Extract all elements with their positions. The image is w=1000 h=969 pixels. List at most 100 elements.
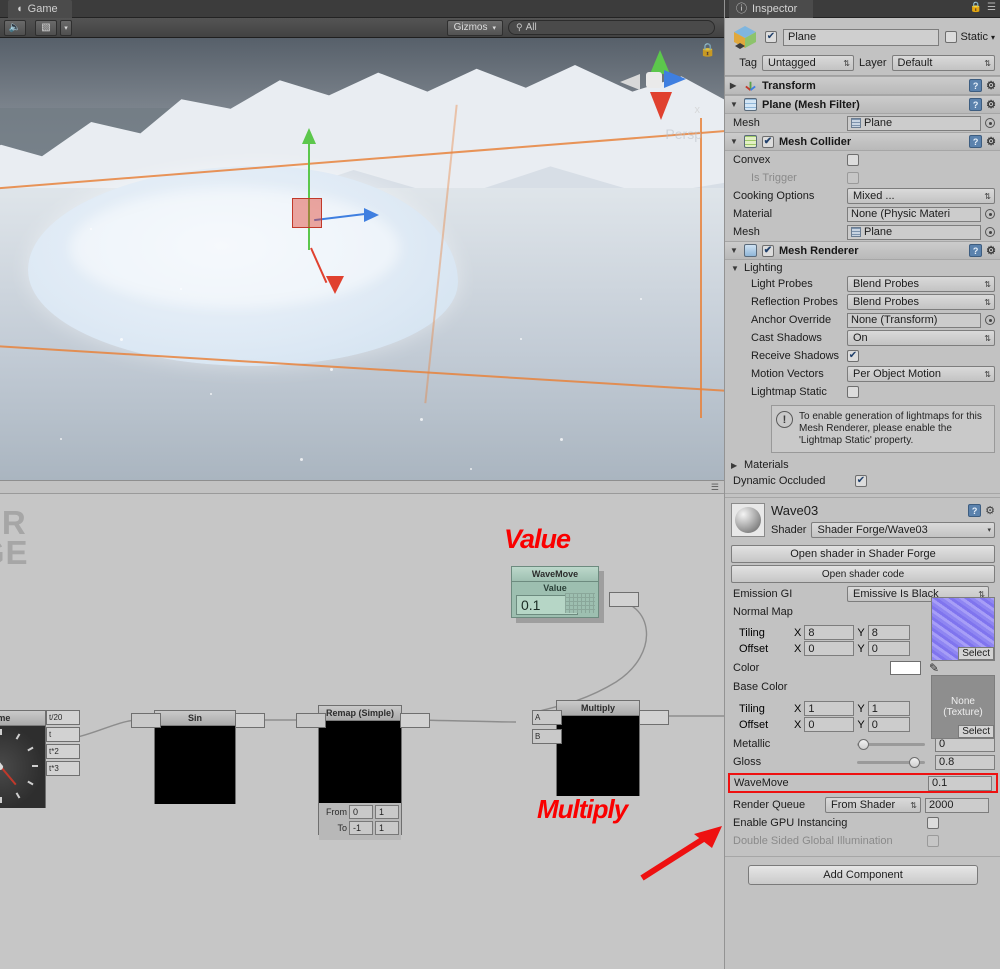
normal-map-texture-slot[interactable]: Select xyxy=(931,597,995,661)
gameobject-name-field[interactable]: Plane xyxy=(783,28,940,46)
chevron-down-icon[interactable]: ▾ xyxy=(991,33,995,42)
gizmos-dropdown[interactable]: Gizmos ▾ xyxy=(446,19,503,36)
base-offset-y[interactable]: 0 xyxy=(867,717,910,732)
gizmo-left-cone-icon[interactable] xyxy=(620,74,640,90)
chevron-down-icon[interactable]: ▼ xyxy=(730,246,739,255)
tag-dropdown[interactable]: Untagged xyxy=(762,55,854,71)
port-time-t20[interactable]: t/20 xyxy=(46,710,80,725)
slider-knob[interactable] xyxy=(857,738,869,750)
dynamic-occluded-checkbox[interactable] xyxy=(855,475,867,487)
remap-from-max[interactable]: 1 xyxy=(375,805,399,819)
gear-icon[interactable]: ⚙ xyxy=(986,98,996,111)
gizmo-center-cube-icon[interactable] xyxy=(646,72,662,88)
normal-tiling-x[interactable]: 8 xyxy=(804,625,855,640)
port-time-t[interactable]: t xyxy=(46,727,80,742)
object-picker-icon[interactable] xyxy=(985,118,995,128)
gear-icon[interactable]: ⚙ xyxy=(986,244,996,257)
stats-button[interactable]: ▧ xyxy=(35,19,57,36)
remap-from-min[interactable]: 0 xyxy=(349,805,373,819)
lock-icon[interactable]: 🔒 xyxy=(970,2,982,13)
help-book-icon[interactable] xyxy=(969,79,983,92)
chevron-right-icon[interactable]: ▶ xyxy=(731,461,740,470)
chevron-down-icon[interactable]: ▼ xyxy=(730,137,739,146)
help-book-icon[interactable] xyxy=(968,504,982,517)
port-time-t3[interactable]: t*3 xyxy=(46,761,80,776)
motion-vectors-dropdown[interactable]: Per Object Motion xyxy=(847,366,995,382)
field-mesh-filter-mesh[interactable]: Plane xyxy=(847,115,981,131)
section-materials[interactable]: ▶ Materials xyxy=(725,457,1000,472)
section-lighting[interactable]: ▼ Lighting xyxy=(725,260,1000,275)
node-wavemove-value[interactable]: WaveMove Value 0.1 xyxy=(511,566,599,618)
tab-game[interactable]: ◖ Game xyxy=(8,0,72,18)
node-time[interactable]: Time xyxy=(0,710,46,808)
receive-shadows-checkbox[interactable] xyxy=(847,350,859,362)
render-queue-value[interactable]: 2000 xyxy=(925,797,989,813)
convex-checkbox[interactable] xyxy=(847,154,859,166)
node-multiply[interactable]: Multiply xyxy=(556,700,640,796)
slider-knob[interactable] xyxy=(908,756,920,768)
gizmo-y-axis[interactable] xyxy=(308,138,310,250)
move-gizmo[interactable] xyxy=(286,98,396,294)
base-tiling-y[interactable]: 1 xyxy=(867,701,910,716)
node-sin[interactable]: Sin xyxy=(154,710,236,804)
wavemove-value[interactable]: 0.1 xyxy=(928,775,992,791)
normal-tiling-y[interactable]: 8 xyxy=(867,625,910,640)
remap-to-min[interactable]: -1 xyxy=(349,821,373,835)
normal-offset-x[interactable]: 0 xyxy=(804,641,855,656)
perspective-label[interactable]: Persp xyxy=(665,126,702,142)
tab-inspector[interactable]: ⓘ Inspector xyxy=(729,0,814,18)
gizmo-y-arrow-icon[interactable] xyxy=(302,128,316,144)
open-shader-code-button[interactable]: Open shader code xyxy=(731,565,995,583)
reflection-probes-dropdown[interactable]: Blend Probes xyxy=(847,294,995,310)
remap-to-max[interactable]: 1 xyxy=(375,821,399,835)
help-book-icon[interactable] xyxy=(969,98,983,111)
panel-menu-icon[interactable]: ☰ xyxy=(711,482,719,493)
gear-icon[interactable]: ⚙ xyxy=(985,504,995,517)
base-tiling-x[interactable]: 1 xyxy=(804,701,855,716)
port-time-t2[interactable]: t*2 xyxy=(46,744,80,759)
stats-dropdown-button[interactable]: ▾ xyxy=(60,19,72,36)
normal-offset-y[interactable]: 0 xyxy=(867,641,910,656)
port-multiply-a[interactable]: A xyxy=(532,710,562,725)
field-collider-mesh[interactable]: Plane xyxy=(847,224,981,240)
gizmo-z-arrow-icon[interactable] xyxy=(364,208,379,222)
eyedropper-icon[interactable]: ✎ xyxy=(929,661,939,675)
chevron-right-icon[interactable]: ▶ xyxy=(730,81,739,90)
shader-dropdown[interactable]: Shader Forge/Wave03 xyxy=(811,522,995,538)
scene-orientation-gizmo[interactable] xyxy=(620,48,702,136)
color-swatch[interactable] xyxy=(889,661,921,675)
light-probes-dropdown[interactable]: Blend Probes xyxy=(847,276,995,292)
chevron-down-icon[interactable]: ▼ xyxy=(731,264,740,273)
material-preview[interactable] xyxy=(731,503,765,537)
mesh-renderer-enabled-checkbox[interactable] xyxy=(762,244,774,257)
object-picker-icon[interactable] xyxy=(985,209,995,219)
help-book-icon[interactable] xyxy=(969,135,983,148)
gloss-slider[interactable] xyxy=(857,755,925,769)
component-header-mesh-collider[interactable]: ▼ Mesh Collider ⚙ xyxy=(725,132,1000,151)
render-queue-dropdown[interactable]: From Shader xyxy=(825,797,921,813)
shader-forge-graph-panel[interactable]: DER RGE Time xyxy=(0,494,724,969)
search-input[interactable]: ⚲ All xyxy=(508,20,715,35)
object-picker-icon[interactable] xyxy=(985,315,995,325)
base-color-texture-slot[interactable]: None (Texture) Select xyxy=(931,675,995,739)
base-offset-x[interactable]: 0 xyxy=(804,717,855,732)
port-sin-in[interactable] xyxy=(131,713,161,728)
gizmo-down-cone-icon[interactable] xyxy=(650,92,672,120)
add-component-button[interactable]: Add Component xyxy=(748,865,978,885)
base-color-select-button[interactable]: Select xyxy=(958,725,994,738)
port-multiply-out[interactable] xyxy=(639,710,669,725)
port-remap-in[interactable] xyxy=(296,713,326,728)
mesh-collider-enabled-checkbox[interactable] xyxy=(762,135,774,148)
chevron-down-icon[interactable]: ▼ xyxy=(730,100,739,109)
lightmap-static-checkbox[interactable] xyxy=(847,386,859,398)
metallic-slider[interactable] xyxy=(857,737,925,751)
gloss-value[interactable]: 0.8 xyxy=(935,754,995,770)
field-physic-material[interactable]: None (Physic Materi xyxy=(847,206,981,222)
component-header-transform[interactable]: ▶ Transform ⚙ xyxy=(725,76,1000,95)
cast-shadows-dropdown[interactable]: On xyxy=(847,330,995,346)
gear-icon[interactable]: ⚙ xyxy=(986,135,996,148)
gpu-instancing-checkbox[interactable] xyxy=(927,817,939,829)
open-shader-in-forge-button[interactable]: Open shader in Shader Forge xyxy=(731,545,995,563)
gizmo-x-arrow-icon[interactable] xyxy=(326,276,344,294)
panel-menu-icon[interactable]: ☰ xyxy=(987,2,996,13)
